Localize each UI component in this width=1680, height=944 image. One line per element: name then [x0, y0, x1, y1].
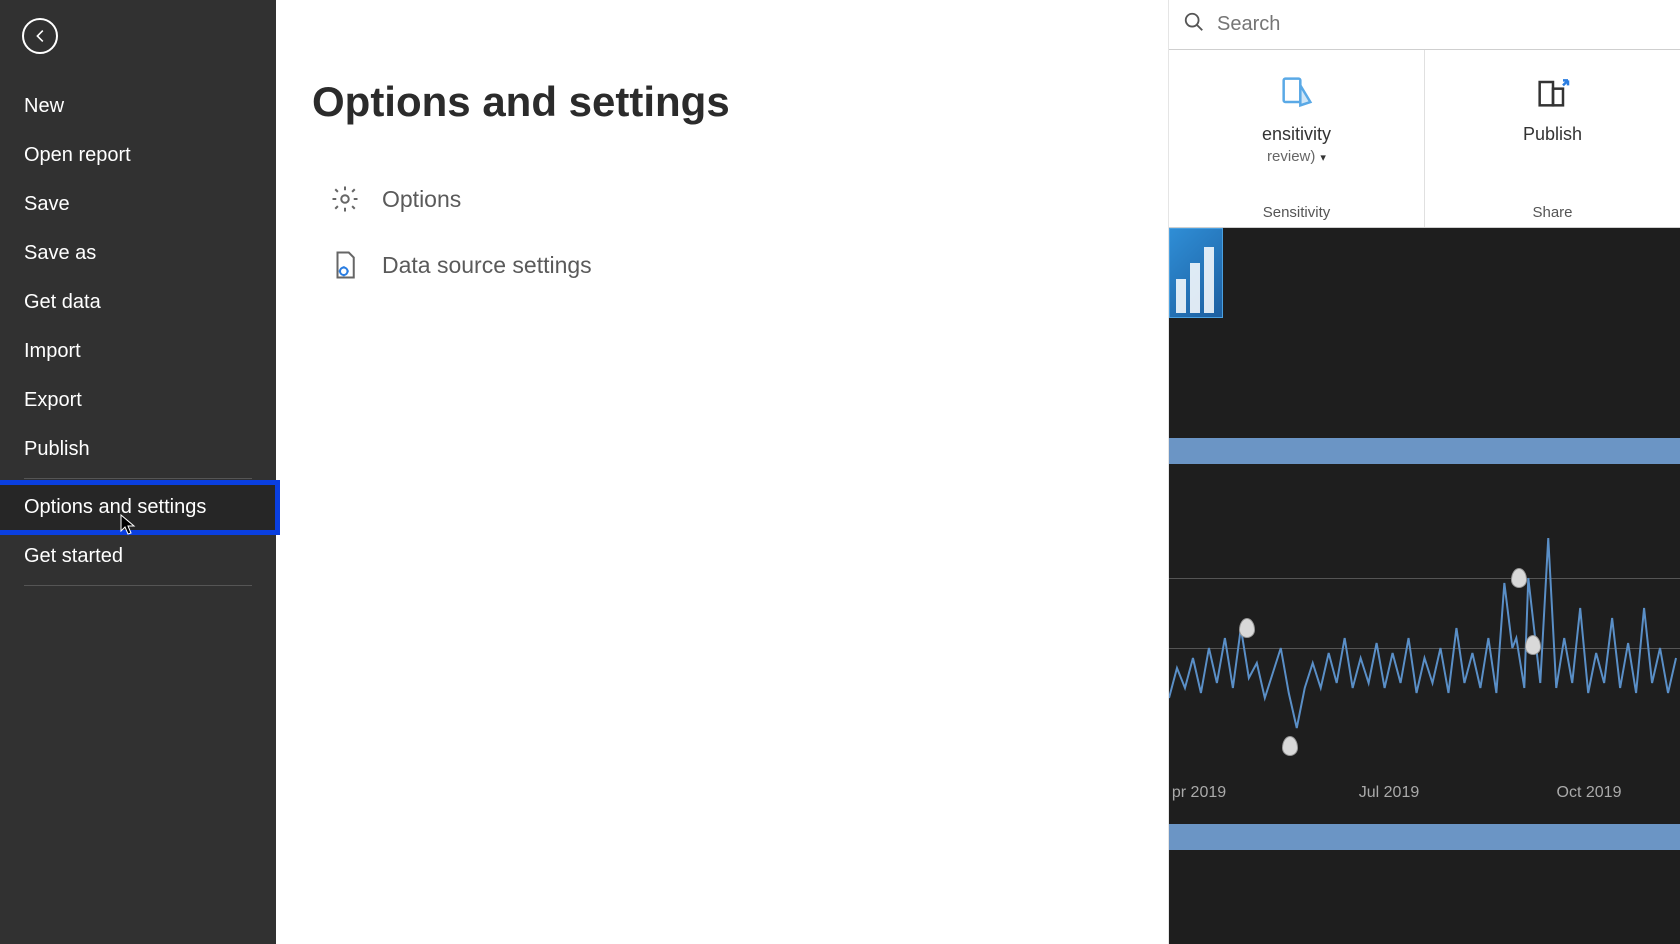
publish-label: Publish — [1523, 124, 1582, 145]
sidebar-item-get-data[interactable]: Get data — [0, 278, 276, 327]
ribbon-group-sensitivity[interactable]: ensitivity review) ▾ Sensitivity — [1169, 50, 1425, 227]
sidebar-separator — [24, 585, 252, 586]
background-app-strip: ensitivity review) ▾ Sensitivity Publish… — [1168, 0, 1680, 944]
publish-icon — [1533, 64, 1573, 120]
file-menu-sidebar: New Open report Save Save as Get data Im… — [0, 0, 276, 944]
report-visual-tile — [1169, 228, 1223, 318]
data-source-settings-button[interactable]: Data source settings — [312, 232, 1132, 298]
sidebar-item-label: New — [24, 95, 64, 117]
ribbon: ensitivity review) ▾ Sensitivity Publish… — [1169, 50, 1680, 228]
sidebar-item-get-started[interactable]: Get started — [0, 532, 276, 581]
chart-marker[interactable] — [1511, 568, 1527, 588]
sidebar-item-label: Save — [24, 193, 70, 215]
ribbon-group-label: Sensitivity — [1263, 204, 1331, 221]
search-input[interactable] — [1217, 13, 1666, 36]
arrow-left-icon — [31, 27, 49, 45]
options-button[interactable]: Options — [312, 166, 1132, 232]
sidebar-item-label: Publish — [24, 438, 90, 460]
chart-marker[interactable] — [1525, 635, 1541, 655]
sidebar-item-new[interactable]: New — [0, 82, 276, 131]
sidebar-item-import[interactable]: Import — [0, 327, 276, 376]
search-icon — [1183, 11, 1205, 38]
band-visual — [1169, 438, 1680, 464]
ribbon-group-label: Share — [1532, 204, 1572, 221]
search-bar[interactable] — [1169, 0, 1680, 50]
back-button[interactable] — [22, 18, 58, 54]
sidebar-item-label: Get started — [24, 545, 123, 567]
sidebar-item-open-report[interactable]: Open report — [0, 131, 276, 180]
sidebar-item-publish[interactable]: Publish — [0, 425, 276, 474]
band-visual — [1169, 824, 1680, 850]
line-chart: pr 2019 Jul 2019 Oct 2019 — [1169, 488, 1680, 788]
sidebar-item-label: Get data — [24, 291, 101, 313]
sidebar-separator — [24, 478, 252, 479]
chart-marker[interactable] — [1239, 618, 1255, 638]
options-label: Options — [382, 186, 461, 213]
data-source-settings-label: Data source settings — [382, 252, 592, 279]
gear-icon — [330, 184, 360, 214]
sidebar-item-label: Export — [24, 389, 82, 411]
sidebar-item-options-and-settings[interactable]: Options and settings — [0, 483, 276, 532]
sidebar-item-export[interactable]: Export — [0, 376, 276, 425]
sidebar-item-label: Open report — [24, 144, 131, 166]
chart-marker[interactable] — [1282, 736, 1298, 756]
report-canvas: pr 2019 Jul 2019 Oct 2019 — [1169, 228, 1680, 944]
sidebar-item-save-as[interactable]: Save as — [0, 229, 276, 278]
page-title: Options and settings — [312, 78, 1132, 126]
sidebar-item-save[interactable]: Save — [0, 180, 276, 229]
content-panel: Options and settings Options Data source… — [276, 0, 1168, 944]
sensitivity-label: ensitivity review) ▾ — [1262, 124, 1331, 165]
sidebar-item-label: Save as — [24, 242, 96, 264]
data-source-icon — [330, 250, 360, 280]
sensitivity-icon — [1277, 64, 1317, 120]
sidebar-item-label: Import — [24, 340, 81, 362]
sidebar-item-label: Options and settings — [24, 496, 206, 518]
ribbon-group-share[interactable]: Publish Share — [1425, 50, 1680, 227]
